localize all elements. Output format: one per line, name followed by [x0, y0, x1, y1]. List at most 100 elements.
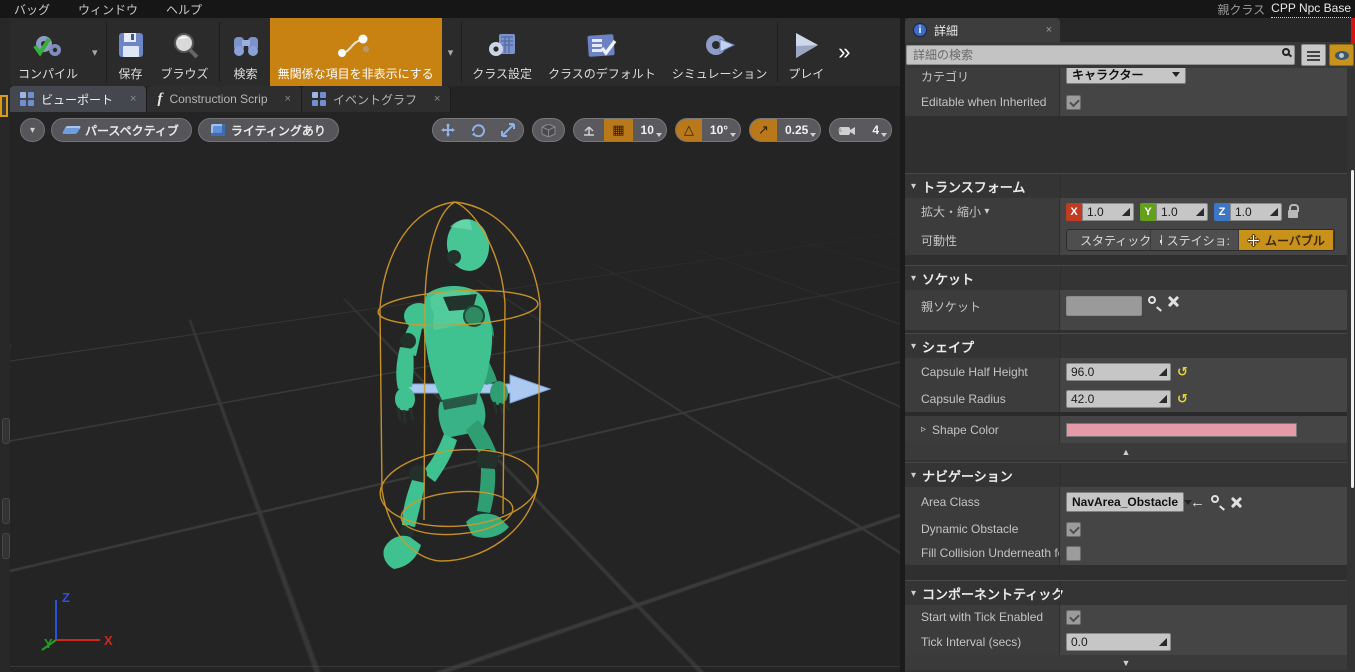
3d-viewport[interactable]: ▾ パースペクティブ ライティングあり ▦ 10 △ 10° ↗ 0.25 4 …	[10, 112, 900, 672]
parent-class-link[interactable]: CPP Npc Base	[1271, 1, 1351, 18]
grid-snap-toggle[interactable]: ▦	[604, 119, 633, 141]
class-defaults-button[interactable]: クラスのデフォルト	[539, 18, 664, 86]
shape-color-label[interactable]: ▹ Shape Color	[905, 416, 1060, 443]
socket-clear-icon[interactable]	[1168, 296, 1179, 307]
scale-z-field[interactable]: Z 1.0	[1214, 202, 1282, 221]
mobility-static-button[interactable]: スタティック	[1067, 230, 1151, 250]
viewport-tab-icon	[20, 92, 34, 106]
perspective-button[interactable]: パースペクティブ	[51, 118, 192, 142]
view-options-button[interactable]	[1301, 44, 1326, 66]
section-navigation[interactable]: ▾ ナビゲーション	[905, 462, 1347, 487]
toolbar-overflow-chevron[interactable]: »	[832, 18, 856, 86]
fill-collision-checkbox[interactable]	[1066, 545, 1081, 561]
capsule-radius-field[interactable]: 42.0	[1066, 389, 1171, 408]
expand-collapse-handle[interactable]: ▲	[905, 443, 1347, 460]
tab-event-graph[interactable]: イベントグラフ ×	[301, 86, 452, 112]
find-button[interactable]: 検索	[221, 18, 270, 86]
tab-close-icon[interactable]: ×	[285, 93, 291, 105]
section-socket[interactable]: ▾ ソケット	[905, 265, 1347, 290]
scale-label[interactable]: 拡大・縮小 ▾	[905, 198, 1060, 225]
details-search-input[interactable]	[906, 45, 1295, 65]
grid-snap-value[interactable]: 10	[633, 119, 666, 141]
tab-viewport-label: ビューポート	[41, 92, 114, 107]
tab-close-icon[interactable]: ×	[130, 93, 136, 105]
reset-to-default-icon[interactable]: ↺	[1177, 364, 1188, 380]
find-binoculars-icon	[230, 29, 262, 63]
mobility-movable-button[interactable]: ムーバブル	[1239, 230, 1334, 250]
scale-snap-toggle[interactable]: ↗	[750, 119, 777, 141]
mobility-row: 可動性 スタティック ステイショ: ムーバブル	[905, 225, 1347, 255]
start-tick-label: Start with Tick Enabled	[905, 605, 1060, 629]
tab-construction-script[interactable]: f Construction Scrip ×	[147, 86, 302, 112]
socket-search-icon[interactable]	[1148, 296, 1162, 312]
surface-snap-button[interactable]	[574, 119, 604, 141]
menu-item-debug[interactable]: バッグ	[0, 1, 64, 18]
scale-tool-button[interactable]	[493, 119, 523, 141]
scale-lock-icon[interactable]	[1288, 204, 1299, 218]
class-settings-button[interactable]: クラス設定	[464, 18, 540, 86]
capsule-radius-row: Capsule Radius 42.0 ↺	[905, 385, 1347, 412]
compile-button[interactable]: コンパイル	[10, 18, 87, 86]
show-hidden-eye-button[interactable]	[1329, 44, 1354, 66]
class-defaults-icon	[584, 29, 620, 63]
section-transform[interactable]: ▾ トランスフォーム	[905, 173, 1347, 198]
section-component-tick[interactable]: ▾ コンポーネントティック	[905, 580, 1347, 605]
category-label: カテゴリ	[905, 68, 1060, 88]
tab-details[interactable]: i 詳細 ×	[905, 18, 1060, 42]
simulation-button[interactable]: シミュレーション	[663, 18, 776, 86]
mobility-stationary-button[interactable]: ステイショ:	[1151, 230, 1239, 250]
save-button[interactable]: 保存	[108, 18, 153, 86]
editable-when-inherited-checkbox[interactable]	[1066, 94, 1081, 110]
dynamic-obstacle-row: Dynamic Obstacle	[905, 517, 1347, 541]
dynamic-obstacle-label: Dynamic Obstacle	[905, 517, 1060, 541]
compile-options-caret[interactable]: ▾	[86, 18, 104, 86]
lit-mode-label: ライティングあり	[230, 123, 326, 138]
expand-collapse-handle[interactable]: ▼	[905, 655, 1347, 670]
parent-socket-input[interactable]	[1066, 296, 1142, 316]
category-dropdown[interactable]: キャラクター	[1066, 68, 1186, 84]
use-selected-icon[interactable]: ←	[1190, 495, 1205, 510]
tab-viewport[interactable]: ビューポート ×	[10, 86, 148, 112]
hide-unrelated-caret[interactable]: ▾	[442, 18, 460, 86]
document-tab-bar: ビューポート × f Construction Scrip × イベントグラフ …	[10, 86, 900, 112]
right-edge-marker	[1351, 18, 1355, 44]
fill-collision-row: Fill Collision Underneath for	[905, 541, 1347, 565]
area-class-clear-icon[interactable]	[1231, 497, 1242, 508]
editable-when-inherited-row: Editable when Inherited	[905, 88, 1347, 116]
coordinate-space-button[interactable]	[533, 119, 564, 141]
section-shape[interactable]: ▾ シェイプ	[905, 333, 1347, 358]
rotate-tool-button[interactable]	[463, 119, 493, 141]
reset-to-default-icon[interactable]: ↺	[1177, 391, 1188, 407]
tick-interval-row: Tick Interval (secs) 0.0	[905, 629, 1347, 655]
translate-tool-button[interactable]	[433, 119, 463, 141]
tick-interval-field[interactable]: 0.0	[1066, 633, 1171, 651]
browse-button[interactable]: ブラウズ	[152, 18, 217, 86]
details-tab-close-icon[interactable]: ×	[1046, 24, 1052, 36]
details-scrollbar[interactable]	[1351, 170, 1354, 488]
area-class-search-icon[interactable]	[1211, 495, 1225, 511]
tab-close-icon[interactable]: ×	[434, 93, 440, 105]
dynamic-obstacle-checkbox[interactable]	[1066, 521, 1081, 537]
play-button[interactable]: プレイ	[780, 18, 833, 86]
hide-unrelated-button[interactable]: 無関係な項目を非表示にする	[269, 18, 442, 86]
scale-snap-value[interactable]: 0.25	[777, 119, 820, 141]
scale-y-field[interactable]: Y 1.0	[1140, 202, 1208, 221]
capsule-half-height-field[interactable]: 96.0	[1066, 362, 1171, 381]
scale-x-field[interactable]: X 1.0	[1066, 202, 1134, 221]
camera-speed-value[interactable]: 4	[864, 119, 891, 141]
details-tab-strip: i 詳細 ×	[905, 18, 1355, 42]
menu-item-help[interactable]: ヘルプ	[152, 1, 216, 18]
editable-when-inherited-label: Editable when Inherited	[905, 88, 1060, 116]
toolbar-separator	[777, 22, 779, 82]
save-floppy-icon	[117, 29, 145, 63]
shape-color-swatch[interactable]	[1066, 422, 1297, 437]
area-class-dropdown[interactable]: NavArea_Obstacle	[1066, 492, 1193, 512]
menu-item-window[interactable]: ウィンドウ	[64, 1, 152, 18]
rotation-snap-value[interactable]: 10°	[702, 119, 740, 141]
lit-mode-button[interactable]: ライティングあり	[197, 118, 339, 142]
perspective-label: パースペクティブ	[85, 123, 179, 138]
start-tick-checkbox[interactable]	[1066, 609, 1081, 625]
camera-speed-button[interactable]	[830, 119, 864, 141]
rotation-snap-toggle[interactable]: △	[675, 119, 702, 141]
viewport-options-caret[interactable]: ▾	[20, 118, 46, 142]
